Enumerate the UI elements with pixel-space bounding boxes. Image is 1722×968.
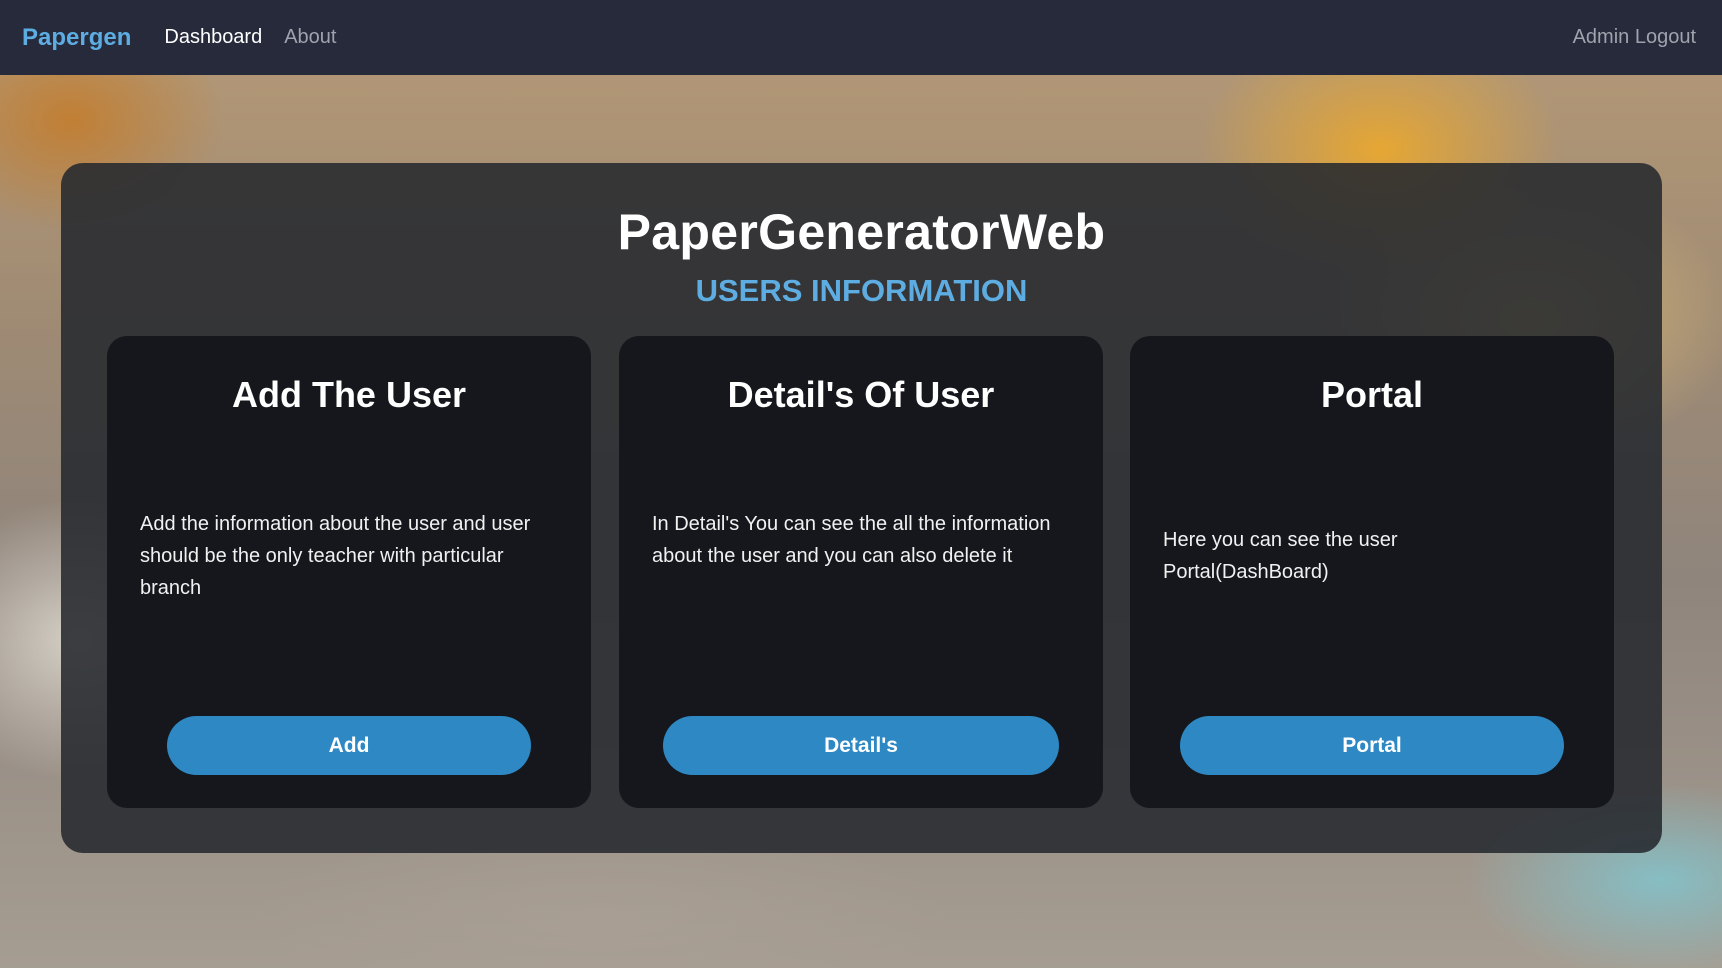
card-description: In Detail's You can see the all the info… [652, 513, 1051, 567]
nav-link-dashboard[interactable]: Dashboard [164, 26, 262, 49]
portal-button[interactable]: Portal [1180, 716, 1564, 775]
nav-link-about[interactable]: About [284, 26, 336, 49]
card-add-user: Add The User Add the information about t… [107, 336, 591, 808]
card-title: Add The User [231, 374, 467, 415]
card-portal: Portal Here you can see the user Portal(… [1130, 336, 1614, 808]
details-button[interactable]: Detail's [663, 716, 1059, 775]
main-panel: PaperGeneratorWeb USERS INFORMATION Add … [61, 163, 1662, 853]
page-title: PaperGeneratorWeb [617, 204, 1106, 260]
card-title: Detail's Of User [727, 374, 995, 415]
top-navbar: Papergen Dashboard About Admin Logout [0, 0, 1722, 75]
brand-link[interactable]: Papergen [22, 24, 131, 52]
page-subtitle: USERS INFORMATION [695, 273, 1028, 308]
admin-logout-link[interactable]: Admin Logout [1573, 26, 1696, 49]
card-description: Here you can see the user Portal(DashBoa… [1163, 529, 1398, 583]
card-title: Portal [1320, 374, 1424, 415]
card-user-details: Detail's Of User In Detail's You can see… [619, 336, 1103, 808]
card-description: Add the information about the user and u… [140, 513, 531, 599]
add-button[interactable]: Add [167, 716, 531, 775]
